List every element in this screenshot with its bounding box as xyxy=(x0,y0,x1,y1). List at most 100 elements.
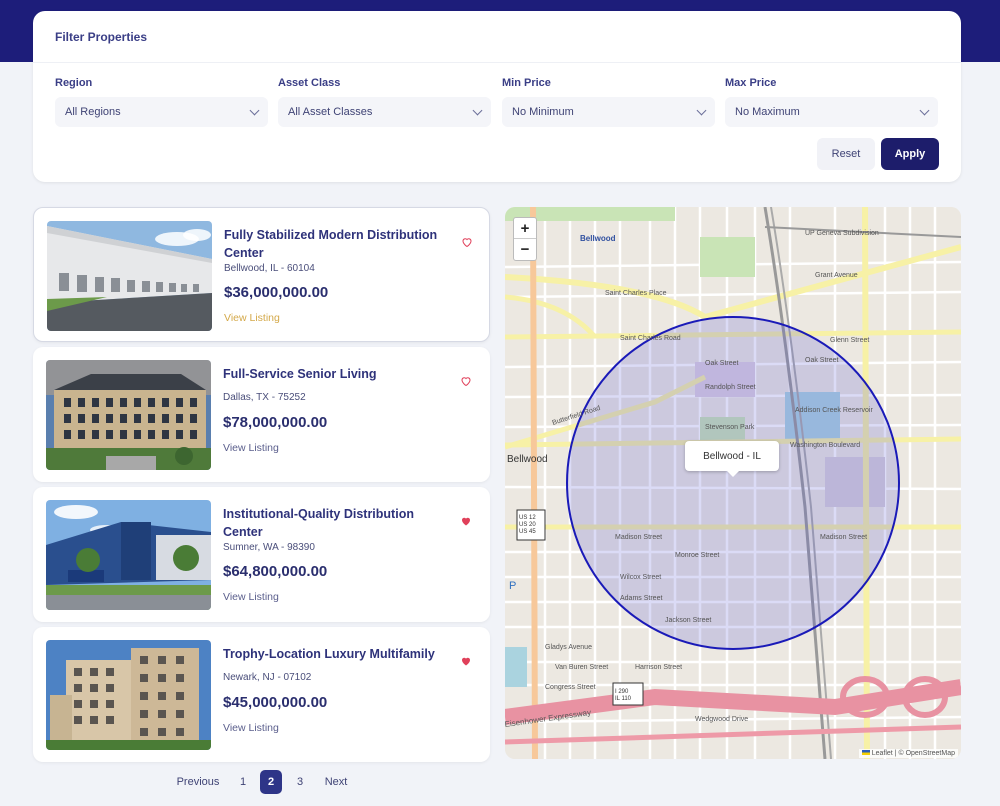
max-price-value: No Maximum xyxy=(735,106,800,118)
next-button[interactable]: Next xyxy=(322,770,350,794)
map-label: Van Buren Street xyxy=(555,664,608,671)
listing-price: $36,000,000.00 xyxy=(224,284,329,301)
listing-location: Newark, NJ - 07102 xyxy=(223,672,312,683)
leaflet-link[interactable]: Leaflet xyxy=(872,750,893,757)
listing-location: Dallas, TX - 75252 xyxy=(223,392,306,403)
asset-class-value: All Asset Classes xyxy=(288,106,373,118)
chevron-down-icon xyxy=(696,105,707,115)
listing-photo[interactable] xyxy=(46,500,211,610)
min-price-value: No Minimum xyxy=(512,106,574,118)
senior-living-photo xyxy=(46,360,211,470)
asset-class-field: Asset Class All Asset Classes xyxy=(278,77,491,127)
region-field: Region All Regions xyxy=(55,77,268,127)
zoom-in-button[interactable]: + xyxy=(514,218,536,239)
map-label: Bellwood xyxy=(580,234,616,243)
map[interactable]: Saint Charles Place Saint Charles Road B… xyxy=(505,207,961,759)
chevron-down-icon xyxy=(249,105,260,115)
previous-button[interactable]: Previous xyxy=(175,770,221,794)
listing-title[interactable]: Fully Stabilized Modern Distribution Cen… xyxy=(224,226,454,262)
map-label: Wilcox Street xyxy=(620,574,661,581)
map-label: Washington Boulevard xyxy=(790,442,860,449)
map-label: Oak Street xyxy=(705,360,739,367)
min-price-select[interactable]: No Minimum xyxy=(502,97,715,127)
map-label: Congress Street xyxy=(545,684,596,691)
map-label: P xyxy=(509,580,516,592)
map-label: Gladys Avenue xyxy=(545,644,592,651)
attribution-separator: | © xyxy=(892,750,906,757)
map-label: Saint Charles Road xyxy=(620,335,681,342)
listing-photo[interactable] xyxy=(47,221,212,331)
pagination: Previous 1 2 3 Next xyxy=(0,770,520,794)
osm-link[interactable]: OpenStreetMap xyxy=(906,750,955,757)
chevron-down-icon xyxy=(919,105,930,115)
map-label: Bellwood xyxy=(507,454,548,465)
map-label: Saint Charles Place xyxy=(605,290,667,297)
listing-title[interactable]: Institutional-Quality Distribution Cente… xyxy=(223,505,453,541)
map-label: Madison Street xyxy=(820,534,867,541)
reset-button[interactable]: Reset xyxy=(817,138,875,170)
map-label: Harrison Street xyxy=(635,664,682,671)
zoom-out-button[interactable]: − xyxy=(514,239,536,260)
asset-class-select[interactable]: All Asset Classes xyxy=(278,97,491,127)
heart-outline-icon[interactable] xyxy=(460,375,472,387)
map-label: Oak Street xyxy=(805,357,839,364)
listing-card[interactable]: Fully Stabilized Modern Distribution Cen… xyxy=(33,207,490,342)
region-label: Region xyxy=(55,77,93,89)
listing-location: Bellwood, IL - 60104 xyxy=(224,263,315,274)
listing-price: $78,000,000.00 xyxy=(223,414,328,431)
map-label: Stevenson Park xyxy=(705,424,755,431)
heart-outline-icon[interactable] xyxy=(461,236,473,248)
view-listing-link[interactable]: View Listing xyxy=(223,591,279,603)
asset-class-label: Asset Class xyxy=(278,77,341,89)
map-label: Randolph Street xyxy=(705,384,756,391)
page-1-button[interactable]: 1 xyxy=(236,770,250,794)
page-3-button[interactable]: 3 xyxy=(293,770,307,794)
filter-title: Filter Properties xyxy=(55,30,148,44)
map-label: Wedgwood Drive xyxy=(695,716,748,723)
region-select[interactable]: All Regions xyxy=(55,97,268,127)
multifamily-photo xyxy=(46,640,211,750)
filter-divider xyxy=(33,62,961,63)
zoom-control: + − xyxy=(513,217,537,261)
max-price-field: Max Price No Maximum xyxy=(725,77,938,127)
listing-photo[interactable] xyxy=(46,640,211,750)
map-label: Addison Creek Reservoir xyxy=(795,407,873,414)
heart-filled-icon[interactable] xyxy=(460,655,472,667)
min-price-field: Min Price No Minimum xyxy=(502,77,715,127)
map-label: Glenn Street xyxy=(830,337,869,344)
listing-price: $45,000,000.00 xyxy=(223,694,328,711)
listing-photo[interactable] xyxy=(46,360,211,470)
heart-filled-icon[interactable] xyxy=(460,515,472,527)
max-price-select[interactable]: No Maximum xyxy=(725,97,938,127)
map-label: Madison Street xyxy=(615,534,662,541)
view-listing-link[interactable]: View Listing xyxy=(223,722,279,734)
listing-card[interactable]: Full-Service Senior Living Dallas, TX - … xyxy=(33,347,490,482)
map-label: UP Geneva Subdivision xyxy=(805,230,879,237)
listing-title[interactable]: Trophy-Location Luxury Multifamily xyxy=(223,645,453,663)
map-label: Monroe Street xyxy=(675,552,719,559)
map-tooltip: Bellwood - IL xyxy=(685,441,779,477)
map-label: Adams Street xyxy=(620,595,662,602)
page-2-button[interactable]: 2 xyxy=(260,770,282,794)
listing-location: Sumner, WA - 98390 xyxy=(223,542,315,553)
listing-price: $64,800,000.00 xyxy=(223,563,328,580)
view-listing-link[interactable]: View Listing xyxy=(224,312,280,324)
apply-button[interactable]: Apply xyxy=(881,138,939,170)
listing-card[interactable]: Trophy-Location Luxury Multifamily Newar… xyxy=(33,627,490,762)
map-label: Grant Avenue xyxy=(815,272,858,279)
chevron-down-icon xyxy=(472,105,483,115)
filter-card: Filter Properties Region All Regions Ass… xyxy=(33,11,961,182)
map-label: US 12 US 20 US 45 xyxy=(519,515,536,535)
listing-card[interactable]: Institutional-Quality Distribution Cente… xyxy=(33,487,490,622)
map-tiles: Saint Charles Place Saint Charles Road B… xyxy=(505,207,961,759)
ukraine-flag-icon xyxy=(861,750,870,755)
view-listing-link[interactable]: View Listing xyxy=(223,442,279,454)
max-price-label: Max Price xyxy=(725,77,777,89)
distribution-photo xyxy=(46,500,211,610)
region-value: All Regions xyxy=(65,106,121,118)
min-price-label: Min Price xyxy=(502,77,551,89)
warehouse-photo xyxy=(47,221,212,331)
map-attribution: Leaflet | © OpenStreetMap xyxy=(858,749,958,758)
map-label: Jackson Street xyxy=(665,617,711,624)
listing-title[interactable]: Full-Service Senior Living xyxy=(223,365,453,383)
